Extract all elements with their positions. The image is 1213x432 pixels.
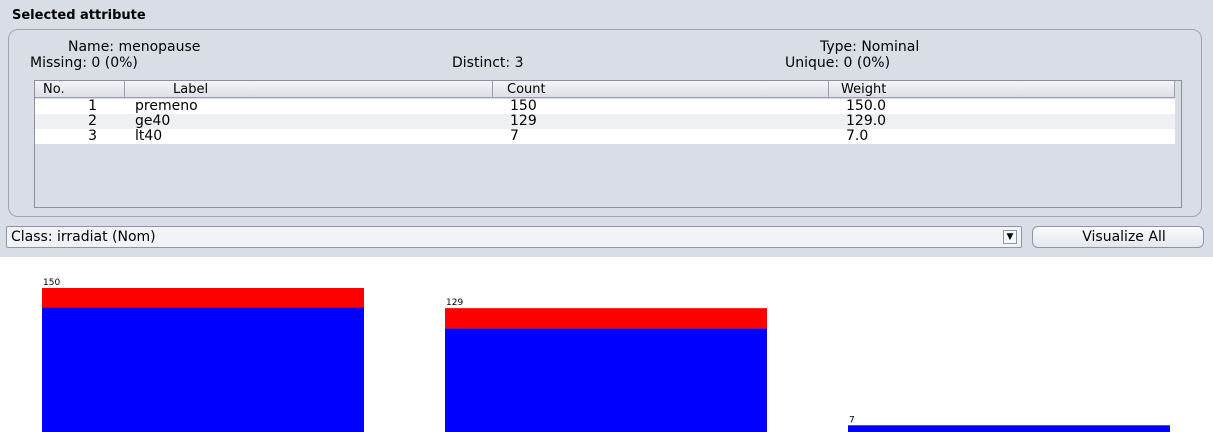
cell-weight: 150.0 [846, 98, 887, 114]
section-title: Selected attribute [12, 8, 146, 23]
cell-no: 1 [88, 98, 97, 114]
bar-segment-lt40-0 [848, 425, 1170, 432]
cell-label: ge40 [135, 113, 171, 129]
table-row[interactable]: 2 ge40 129 129.0 [35, 114, 1175, 129]
attribute-type: Type: Nominal [820, 39, 920, 55]
column-header-no[interactable]: No. [35, 81, 125, 98]
bar-segment-premeno-0 [42, 307, 364, 432]
attribute-name: Name: menopause [68, 39, 201, 55]
column-header-count[interactable]: Count [493, 81, 829, 98]
cell-weight: 7.0 [846, 128, 869, 144]
column-header-weight[interactable]: Weight [829, 81, 1175, 98]
cell-no: 3 [88, 128, 97, 144]
cell-weight: 129.0 [846, 113, 887, 129]
attribute-panel: Selected attribute Name: menopause Missi… [0, 0, 1213, 257]
bar-segment-ge40-1 [445, 308, 767, 329]
cell-no: 2 [88, 113, 97, 129]
cell-count: 150 [510, 98, 537, 114]
class-distribution-chart: 150 129 7 [42, 278, 1170, 432]
bar-count-label-premeno: 150 [43, 278, 60, 288]
bar-segment-ge40-0 [445, 328, 767, 432]
table-empty-area [35, 144, 1175, 207]
class-select[interactable]: Class: irradiat (Nom) ▼ [6, 226, 1022, 248]
visualize-all-button[interactable]: Visualize All [1032, 226, 1204, 248]
bar-segment-premeno-1 [42, 288, 364, 308]
chevron-down-icon[interactable]: ▼ [1003, 230, 1017, 244]
table-body: 1 premeno 150 150.0 2 ge40 129 129.0 3 l… [35, 99, 1175, 144]
class-row: Class: irradiat (Nom) ▼ Visualize All [0, 224, 1213, 250]
table-row[interactable]: 3 lt40 7 7.0 [35, 129, 1175, 144]
class-select-value: Class: irradiat (Nom) [11, 229, 156, 245]
label-table[interactable]: No. Label Count Weight 1 premeno 150 150… [34, 80, 1182, 208]
cell-count: 129 [510, 113, 537, 129]
cell-label: premeno [135, 98, 198, 114]
attribute-distinct: Distinct: 3 [452, 55, 524, 71]
attribute-missing: Missing: 0 (0%) [30, 55, 138, 71]
bar-count-label-lt40: 7 [849, 415, 855, 425]
table-row[interactable]: 1 premeno 150 150.0 [35, 99, 1175, 114]
attribute-unique: Unique: 0 (0%) [785, 55, 891, 71]
cell-label: lt40 [135, 128, 163, 144]
bar-count-label-ge40: 129 [446, 298, 463, 308]
column-header-label[interactable]: Label [125, 81, 493, 98]
cell-count: 7 [510, 128, 519, 144]
table-header: No. Label Count Weight [35, 81, 1181, 99]
